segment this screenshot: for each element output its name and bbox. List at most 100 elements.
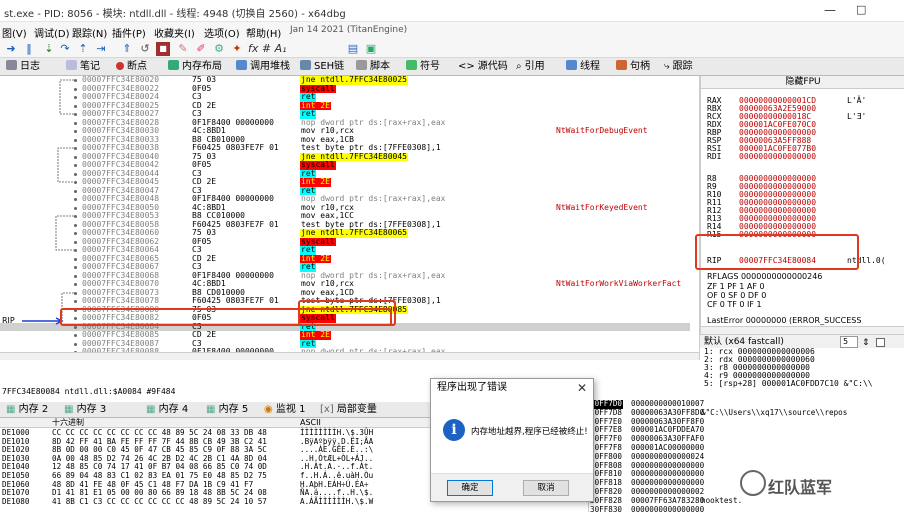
breakpoint-dot-icon[interactable] bbox=[74, 79, 77, 82]
breakpoint-dot-icon[interactable] bbox=[74, 283, 77, 286]
step-over-icon[interactable]: ↷ bbox=[58, 42, 72, 56]
flags-row-1[interactable]: ZF 1 PF 1 AF 0 bbox=[707, 282, 765, 291]
breakpoint-dot-icon[interactable] bbox=[74, 164, 77, 167]
last-error[interactable]: LastError 00000000 (ERROR_SUCCESS bbox=[707, 316, 861, 325]
breakpoint-dot-icon[interactable] bbox=[74, 147, 77, 150]
disasm-hscrollbar[interactable] bbox=[0, 352, 699, 360]
menu-favourites[interactable]: 收藏夹(I) bbox=[154, 25, 195, 40]
step-out-icon[interactable]: ⇡ bbox=[76, 42, 90, 56]
hide-fpu-button[interactable]: 隐藏FPU bbox=[701, 76, 904, 89]
tab-seh[interactable]: SEH链 bbox=[298, 59, 344, 75]
patch-icon[interactable]: ✎ bbox=[176, 42, 190, 56]
menu-view[interactable]: 图(V) bbox=[2, 25, 27, 40]
breakpoint-dot-icon[interactable] bbox=[74, 198, 77, 201]
breakpoint-dot-icon[interactable] bbox=[74, 181, 77, 184]
symbols-icon bbox=[406, 60, 417, 70]
open-icon[interactable]: ➜ bbox=[4, 42, 18, 56]
tab-dump-2[interactable]: ▦ 内存 2 bbox=[6, 404, 48, 416]
breakpoint-dot-icon[interactable] bbox=[74, 189, 77, 193]
register-comment: L'Ǝ' bbox=[847, 112, 867, 121]
dump-icon: ▦ bbox=[6, 404, 19, 415]
highlight-icon[interactable]: ✦ bbox=[230, 42, 244, 56]
menu-plugins[interactable]: 插件(P) bbox=[112, 25, 146, 40]
calling-convention-bar: 默认 (x64 fastcall) 5 ⇕ bbox=[700, 334, 904, 348]
settings-icon[interactable]: ⚙ bbox=[212, 42, 226, 56]
pause-icon[interactable]: ‖ bbox=[22, 42, 36, 56]
trace-icon[interactable]: ■ bbox=[156, 42, 170, 56]
menu-bar: 图(V) 调试(D) 跟踪(N) 插件(P) 收藏夹(I) 选项(O) 帮助(H… bbox=[0, 22, 904, 40]
tab-trace[interactable]: ⤷ 跟踪 bbox=[662, 59, 693, 75]
breakpoint-dot-icon[interactable] bbox=[74, 291, 77, 295]
breakpoint-dot-icon[interactable] bbox=[74, 257, 77, 261]
menu-debug[interactable]: 调试(D) bbox=[34, 25, 70, 40]
tab-threads[interactable]: 线程 bbox=[564, 59, 600, 75]
breakpoint-dot-icon[interactable] bbox=[74, 206, 77, 210]
breakpoint-dot-icon[interactable] bbox=[74, 121, 77, 125]
breakpoint-dot-icon[interactable] bbox=[74, 113, 77, 116]
tab-references[interactable]: ⌕ 引用 bbox=[514, 59, 545, 75]
tab-dump-4[interactable]: ▦ 内存 4 bbox=[146, 404, 188, 416]
tab-call-stack[interactable]: 调用堆栈 bbox=[234, 59, 290, 75]
regs-hscrollbar[interactable] bbox=[701, 326, 904, 334]
menu-help[interactable]: 帮助(H) bbox=[246, 25, 281, 40]
breakpoint-dot-icon[interactable] bbox=[74, 223, 77, 227]
screen-icon[interactable]: ▣ bbox=[364, 42, 378, 56]
cancel-button[interactable]: 取消 bbox=[523, 480, 569, 496]
tab-symbols[interactable]: 符号 bbox=[404, 59, 440, 75]
tab-memory-map[interactable]: 内存布局 bbox=[166, 59, 222, 75]
breakpoint-dot-icon[interactable] bbox=[74, 172, 77, 176]
animate-icon[interactable]: ↺ bbox=[138, 42, 152, 56]
tab-locals[interactable]: [x] 局部变量 bbox=[320, 404, 377, 416]
stack-row[interactable]: 30FF830 0000000000000000 bbox=[589, 505, 904, 512]
tab-handles[interactable]: 句柄 bbox=[614, 59, 650, 75]
close-icon[interactable]: ✕ bbox=[577, 381, 587, 395]
menu-trace[interactable]: 跟踪(N) bbox=[72, 25, 107, 40]
breakpoint-dot-icon[interactable] bbox=[74, 232, 77, 235]
arg-count-select[interactable]: 5 bbox=[840, 336, 858, 348]
stack-arg: 5: [rsp+28] 000001AC0FDD7C10 &"C:\\ bbox=[704, 379, 873, 388]
tab-notes[interactable]: 笔记 bbox=[64, 59, 100, 75]
tab-script[interactable]: 脚本 bbox=[354, 59, 390, 75]
pen-icon[interactable]: ✐ bbox=[194, 42, 208, 56]
stack-view[interactable]: 30FF7D0 0000000000010007 30FF7D8 00000063A3… bbox=[588, 399, 904, 512]
breakpoint-dot-icon[interactable] bbox=[74, 96, 77, 99]
disassembly-view[interactable]: 00007FFC34E80020 75 03 jne ntdll.7FFC34E80… bbox=[0, 76, 700, 360]
flags-row-3[interactable]: CF 0 TF 0 IF 1 bbox=[707, 300, 762, 309]
breakpoint-dot-icon[interactable] bbox=[74, 155, 77, 159]
breakpoint-dot-icon[interactable] bbox=[74, 138, 77, 142]
maximize-button[interactable]: □ bbox=[856, 3, 866, 16]
breakpoint-dot-icon[interactable] bbox=[74, 104, 77, 108]
lock-checkbox[interactable] bbox=[876, 338, 885, 347]
minimize-button[interactable]: — bbox=[824, 3, 836, 17]
breakpoint-dot-icon[interactable] bbox=[74, 240, 77, 244]
dump-ascii: A.ÁÃÌÌÌÌÌÌH.\$.W bbox=[300, 496, 374, 506]
calling-convention[interactable]: 默认 (x64 fastcall) bbox=[704, 337, 784, 347]
breakpoint-dot-icon[interactable] bbox=[74, 249, 77, 252]
doc-icon[interactable]: ▤ bbox=[346, 42, 360, 56]
breakpoint-dot-icon[interactable] bbox=[74, 130, 77, 133]
tab-dump-5[interactable]: ▦ 内存 5 bbox=[206, 404, 248, 416]
flags-row-2[interactable]: OF 0 SF 0 DF 0 bbox=[707, 291, 766, 300]
tab-dump-3[interactable]: ▦ 内存 3 bbox=[64, 404, 106, 416]
rflags[interactable]: RFLAGS 0000000000000246 bbox=[707, 272, 822, 281]
dump-header: 十六进制 ASCII bbox=[0, 418, 430, 428]
tab-watch-1[interactable]: ◉ 监视 1 bbox=[264, 404, 305, 416]
execute-till-return-icon[interactable]: ⇑ bbox=[120, 42, 134, 56]
menu-options[interactable]: 选项(O) bbox=[204, 25, 240, 40]
step-into-icon[interactable]: ⇣ bbox=[42, 42, 56, 56]
tab-source[interactable]: <> 源代码 bbox=[456, 59, 508, 75]
breakpoint-dot-icon[interactable] bbox=[74, 266, 77, 269]
ok-button[interactable]: 确定 bbox=[447, 480, 493, 496]
breakpoint-dot-icon[interactable] bbox=[74, 274, 77, 278]
toolbar-extra[interactable]: fx # A₁ bbox=[248, 42, 298, 56]
register-row[interactable]: RDI 0000000000000000 bbox=[707, 152, 816, 161]
run-to-user-icon[interactable]: ⇥ bbox=[94, 42, 108, 56]
breakpoint-dot-icon[interactable] bbox=[74, 342, 77, 346]
breakpoint-dot-icon[interactable] bbox=[74, 300, 77, 303]
tab-log[interactable]: 日志 bbox=[4, 59, 40, 75]
tab-breakpoints[interactable]: 断点 bbox=[114, 59, 147, 75]
breakpoint-dot-icon[interactable] bbox=[74, 215, 77, 218]
breakpoint-dot-icon[interactable] bbox=[74, 87, 77, 91]
breakpoint-dot-icon[interactable] bbox=[74, 334, 77, 337]
dump-row[interactable]: DE1080 41 8B C1 C3 CC CC CC CC CC CC 48 8… bbox=[0, 496, 430, 507]
